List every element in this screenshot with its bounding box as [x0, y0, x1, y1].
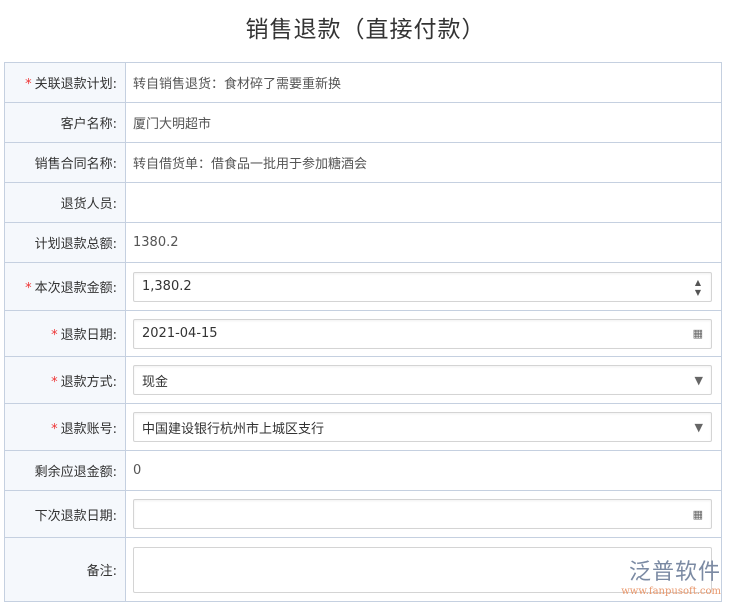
label-refund-date: 退款日期: — [60, 328, 117, 343]
calendar-icon[interactable]: ▦ — [693, 327, 703, 340]
chevron-down-icon[interactable]: ▼ — [695, 374, 703, 387]
label-contract: 销售合同名称: — [4, 142, 126, 183]
label-remark: 备注: — [4, 537, 126, 602]
calendar-icon[interactable]: ▦ — [693, 508, 703, 521]
label-customer: 客户名称: — [4, 102, 126, 143]
logo-cn: 泛普软件 — [628, 560, 721, 585]
required-mark: * — [25, 281, 32, 296]
refund-date-text: 2021-04-15 — [142, 326, 218, 341]
contract-value: 转自借货单：借食品一批用于参加糖酒会 — [125, 142, 722, 183]
label-planned-total: 计划退款总额: — [4, 222, 126, 263]
refund-account-text: 中国建设银行杭州市上城区支行 — [142, 421, 325, 437]
refund-date-input[interactable]: 2021-04-15 ▦ — [133, 318, 712, 349]
label-next-date: 下次退款日期: — [4, 490, 126, 538]
required-mark: * — [51, 421, 58, 437]
refund-form: * 关联退款计划: 转自销售退货：食材碎了需要重新换 客户名称: 厦门大明超市 销售合… — [4, 62, 722, 602]
label-refund-account: 退款账号: — [60, 421, 117, 437]
page-title: 销售退款（直接付款） — [245, 17, 486, 43]
chevron-down-icon[interactable]: ▼ — [695, 421, 703, 434]
refund-account-select[interactable]: 中国建设银行杭州市上城区支行 ▼ — [133, 412, 712, 442]
label-refund-amount: 本次退款金额: — [34, 281, 117, 296]
watermark-logo: 泛普软件 www.fanpusoft.com — [621, 554, 721, 597]
required-mark: * — [51, 374, 58, 390]
required-mark: * — [51, 328, 58, 343]
refund-amount-text: 1,380.2 — [142, 279, 192, 294]
customer-value: 厦门大明超市 — [125, 102, 722, 143]
label-return-person: 退货人员: — [4, 182, 126, 223]
remaining-value: 0 — [125, 450, 722, 491]
refund-method-text: 现金 — [142, 374, 169, 390]
refund-amount-input[interactable]: 1,380.2 ▲ ▼ — [133, 271, 712, 302]
logo-en: www.fanpusoft.com — [621, 586, 721, 597]
refund-plan-value[interactable]: 转自销售退货：食材碎了需要重新换 — [125, 62, 722, 103]
return-person-value — [125, 182, 722, 223]
label-refund-method: 退款方式: — [60, 374, 117, 390]
next-date-input[interactable]: ▦ — [133, 499, 712, 529]
label-refund-plan: 关联退款计划: — [34, 77, 117, 92]
refund-method-select[interactable]: 现金 ▼ — [133, 365, 712, 395]
planned-total-value: 1380.2 — [125, 222, 722, 263]
label-remaining: 剩余应退金额: — [4, 450, 126, 491]
required-mark: * — [25, 77, 32, 92]
stepper-icon[interactable]: ▲ ▼ — [695, 278, 701, 298]
